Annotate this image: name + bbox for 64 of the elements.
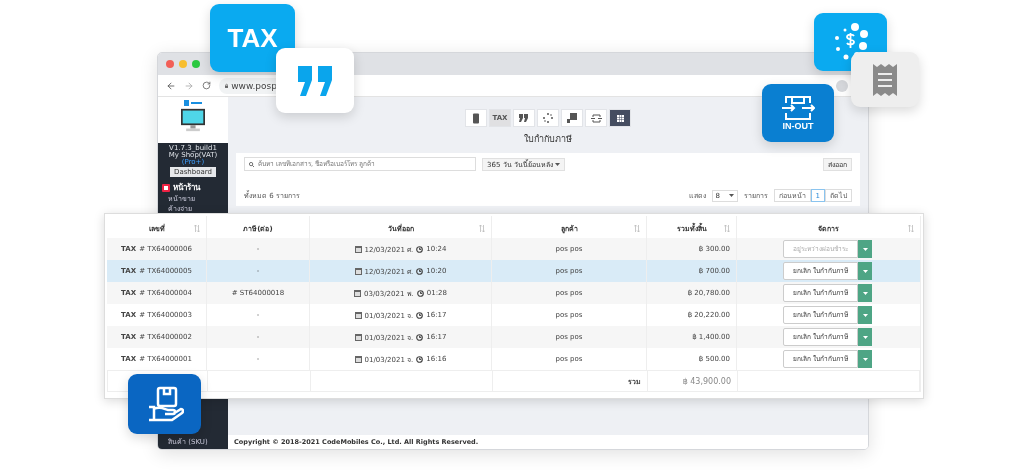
sidebar-section[interactable]: หน้าร้าน [158,178,228,195]
clock-icon [416,311,424,319]
minimize-dot[interactable] [179,60,187,68]
toolbar-button[interactable] [513,109,535,127]
caret-icon [862,291,868,295]
toolbar-button[interactable] [585,109,607,127]
grand-total: ฿ 43,900.00 [648,371,738,391]
sort-icon[interactable] [724,225,730,232]
maximize-dot[interactable] [192,60,200,68]
clock-icon [416,245,424,253]
clock-icon [416,333,424,341]
reload-icon[interactable] [202,81,211,90]
dropdown-button[interactable] [858,328,872,346]
forward-icon[interactable] [184,80,194,91]
search-icon [249,161,254,167]
page-title: ใบกำกับภาษี [523,133,573,146]
toolbar-button[interactable] [609,109,631,127]
quote-icon [519,114,529,122]
dots-icon [543,113,553,123]
sort-icon[interactable] [908,225,914,232]
monitor-icon [180,108,206,132]
caret-icon [862,269,868,273]
toolbar-button[interactable] [537,109,559,127]
document-icon [472,112,480,124]
caret-icon [728,194,734,197]
quote-icon [296,63,334,98]
sort-icon[interactable] [634,225,640,232]
dropdown-button[interactable] [858,350,872,368]
lock-icon [225,82,229,89]
clock-icon [416,355,424,363]
calendar-icon [354,333,362,341]
dropdown-button[interactable] [858,306,872,324]
logo-icon [184,100,202,106]
sort-icon[interactable] [194,225,200,232]
dropdown-button[interactable] [858,284,872,302]
tile-label: IN-OUT [782,121,814,131]
store-icon [162,183,170,192]
sort-icon[interactable] [479,225,485,232]
calendar-icon [354,311,362,319]
box-arrows-icon [781,95,815,121]
calendar-icon [354,355,362,363]
address-field[interactable]: www.posp [219,77,277,94]
caret-icon [862,335,868,339]
calendar-icon [354,245,362,253]
tile-label: TAX [227,22,278,54]
dropdown-button[interactable] [858,240,872,258]
box-arrows-icon [590,113,602,123]
toolbar-button[interactable] [561,109,583,127]
caret-icon [862,357,868,361]
calendar-icon [354,289,361,297]
close-dot[interactable] [166,60,174,68]
grid-icon [616,114,624,122]
back-icon[interactable] [166,80,176,91]
profile-icon[interactable] [836,79,848,92]
caret-icon [862,313,868,317]
caret-icon [862,247,868,251]
receipt-icon [872,61,898,98]
toolbar-button[interactable] [465,109,487,127]
clock-icon [416,289,424,297]
clock-icon [416,267,424,275]
dropdown-button[interactable] [858,262,872,280]
calendar-icon [354,267,362,275]
caret-icon [554,162,560,166]
box-icon [567,113,577,123]
